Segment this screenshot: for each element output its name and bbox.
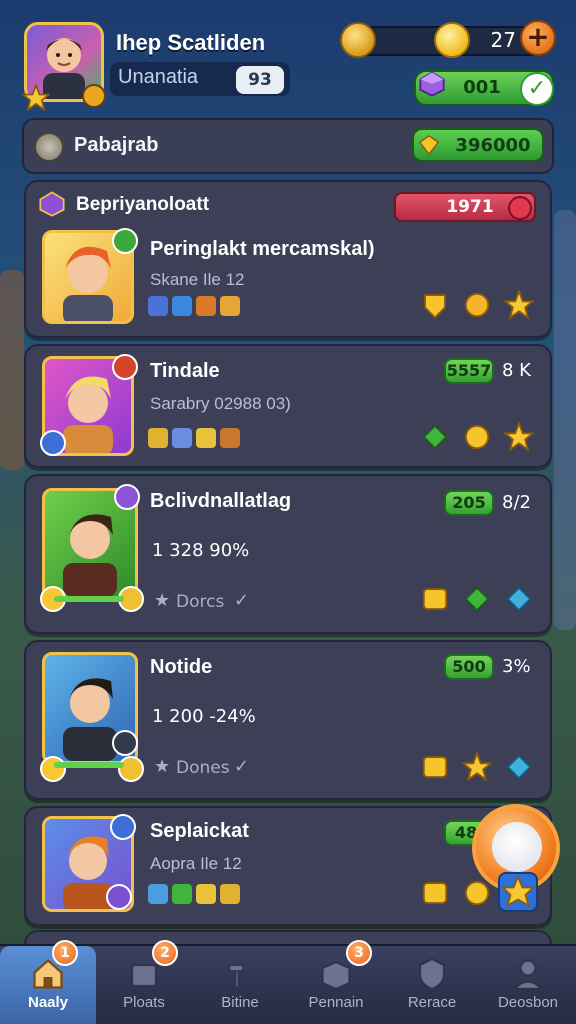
nav-item-deosbon[interactable]: Deosbon [480,946,576,1024]
rank-4: 3% [502,656,531,677]
nav-item-bitine[interactable]: Bitine [192,946,288,1024]
checkmark-icon: ✓ [234,756,250,777]
profile-icon [511,959,545,991]
gold-card-icon [422,882,448,904]
done-label-4: Dones [176,758,230,778]
nav-item-naaly[interactable]: 1 Naaly [0,940,96,1024]
blue-badge-icon [110,814,136,840]
sun-reward-icon [464,292,490,318]
quest-subtitle-1: Skane Ile 12 [150,270,245,289]
portrait-progress-3 [54,596,124,602]
sword-badge-icon [40,430,66,456]
leaf-reward-icon [464,586,490,612]
gold-drop-icon [464,424,490,450]
star-reward-icon [504,422,534,452]
gold-card-icon [422,588,448,610]
portrait-progress-4 [54,762,124,768]
player-level-badge: 93 [236,66,284,94]
quest-subtitle-5: Aopra Ile 12 [150,854,242,873]
background-stall-left [0,270,24,470]
coin-count: 27 [490,28,516,52]
top-bar: Ihep Scatliden Unanatia 93 27 + 001 ✓ [0,0,576,118]
quest-section-title: Bepriyanoloatt [76,194,210,215]
wheel-icon [34,132,64,162]
purple-badge-icon [114,484,140,510]
score-pill-2: 5557 [444,358,494,384]
gold-gem-icon [418,134,440,156]
star-outline-icon: ★ [154,756,171,777]
nav-item-pennain[interactable]: 3 Pennain [288,940,384,1024]
quest-title-1: Peringlakt mercamskal) [150,238,375,260]
gem-count: 001 [463,77,501,98]
background-stall-right [554,210,576,630]
floating-action-glow [492,822,542,872]
purple-gem-icon [39,191,65,217]
rank-3: 8/2 [502,492,531,513]
quest-title-2: Tindale [150,360,220,382]
star-reward-icon [504,290,534,320]
quest-stat-3: 1 328 90% [152,540,250,561]
nav-label-rerace: Rerace [407,994,457,1011]
nav-item-ploats[interactable]: 2 Ploats [96,940,192,1024]
nav-badge-naaly: 1 [52,940,78,966]
section-value: 396000 [455,135,531,156]
star-reward-icon [462,752,492,782]
star-badge-icon [40,756,66,782]
gold-drop-icon [464,880,490,906]
purple-gem-icon [419,71,445,97]
red-dot-icon [508,196,532,220]
done-label-3: Dorcs [176,592,225,612]
red-timer-value: 1971 [446,197,494,217]
star-outline-icon: ★ [154,590,171,611]
nav-item-rerace[interactable]: Rerace [384,946,480,1024]
gear-badge-icon [112,730,138,756]
shield-icon [418,957,446,991]
nav-label-naaly: Naaly [27,994,69,1011]
checkmark-icon: ✓ [234,590,250,611]
score-pill-3: 205 [444,490,494,516]
quest-title-4: Notide [150,656,213,678]
fire-badge-icon [112,354,138,380]
nav-label-deosbon: Deosbon [497,994,559,1011]
floating-star-icon [498,872,538,912]
item-icons-1 [148,296,240,318]
item-icons-5 [148,884,240,906]
quest-subtitle-2: Sarabry 02988 03) [150,394,291,413]
coin-badge-icon [82,84,106,108]
quest-stat-4: 1 200 -24% [152,706,256,727]
medal-icon [340,22,376,58]
leaf-badge-icon [112,228,138,254]
nav-label-pennain: Pennain [308,994,364,1011]
blue-gem-icon [506,586,532,612]
nav-badge-pennain: 3 [346,940,372,966]
player-subtitle: Unanatia [118,66,199,88]
leaf-reward-icon [422,424,448,450]
item-icons-2 [148,428,240,450]
section-title: Pabajrab [74,134,159,156]
score-pill-4: 500 [444,654,494,680]
rank-2: 8 K [502,360,531,381]
player-name: Ihep Scatliden [116,30,266,55]
add-coins-button[interactable]: + [520,20,556,56]
confirm-check-button[interactable]: ✓ [520,72,554,106]
nav-badge-ploats: 2 [152,940,178,966]
gold-coin-icon [434,22,470,58]
blue-gem-icon [506,754,532,780]
arrow-reward-icon [424,294,446,319]
nav-label-bitine: Bitine [221,994,259,1011]
quest-title-5: Seplaickat [150,820,249,842]
shield-badge-icon [118,756,144,782]
bottom-nav: 1 Naaly 2 Ploats Bitine 3 Pennain Rerace… [0,940,576,1024]
quest-title-3: Bclivdnallatlag [150,490,292,512]
gold-card-icon [422,756,448,778]
nav-label-ploats: Ploats [123,994,165,1011]
star-badge-icon [22,84,50,112]
sword-badge-icon [106,884,132,910]
hammer-icon [228,964,244,989]
